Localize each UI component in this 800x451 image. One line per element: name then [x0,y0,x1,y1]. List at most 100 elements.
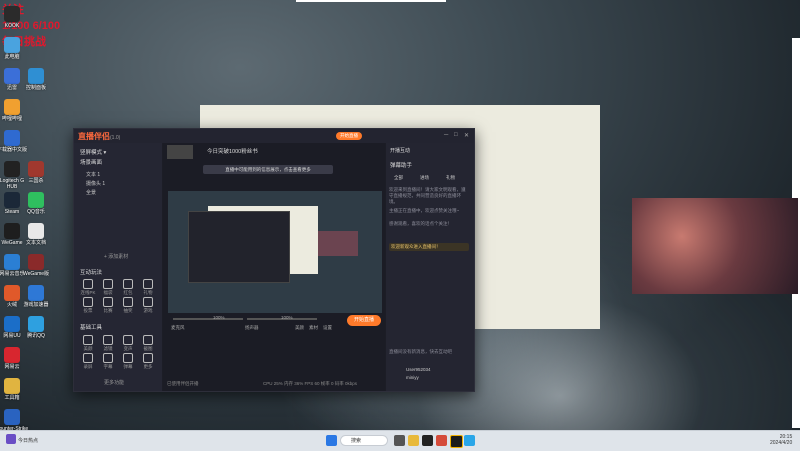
app-icon [4,130,20,146]
close-icon[interactable]: ✕ [464,132,469,139]
desktop-icon[interactable]: WeGame版 [18,254,54,277]
tool-icon [83,335,93,345]
tool-label: 抽奖 [123,308,133,313]
stream-preview[interactable] [168,191,382,313]
stream-title[interactable]: 今日突破1000粉丝书 [207,147,258,155]
interaction-tool[interactable]: 礼物 [140,279,156,296]
basic-tool[interactable]: 截图 [140,335,156,352]
settings-button[interactable]: 设置 [323,325,332,331]
desktop-icon-label: 此电脑 [4,54,20,60]
maximize-icon[interactable]: □ [454,132,458,138]
desktop-icon-label: 工具箱 [4,395,20,401]
desktop-icon[interactable]: 游戏加速器 [18,285,54,308]
desktop-icon[interactable]: 此电脑 [0,37,30,60]
basic-tool[interactable]: 录屏 [80,353,96,370]
tool-label: 礼物 [143,290,153,295]
tool-label: 福袋 [103,290,113,295]
explorer-icon[interactable] [408,435,419,446]
speaker-level: 100% [281,315,293,320]
basic-tool[interactable]: 变声 [120,335,136,352]
app-icon [4,99,20,115]
tool-label: 录屏 [83,364,93,369]
tool-label: 更多 [143,364,153,369]
interaction-tool[interactable]: 连线PK [80,279,96,296]
app-icon [4,37,20,53]
mode-selector[interactable]: 竖屏模式 ▾ [80,148,106,156]
tool-icon [123,353,133,363]
desktop-icon[interactable]: QQ音乐 [18,192,54,215]
tool-icon [123,297,133,307]
desktop-icon-label: 网易云 [4,364,20,370]
tool-label: 美颜 [83,346,93,351]
app-icon [28,68,44,84]
basic-tool[interactable]: 字幕 [100,353,116,370]
app-icon[interactable] [422,435,433,446]
weather-icon[interactable] [6,434,16,444]
start-live-button[interactable]: 开始直播 [347,315,381,326]
desktop-icon[interactable]: 文本文档 [18,223,54,246]
user-name[interactable]: miniyy [406,375,419,380]
interaction-tool[interactable]: 抽奖 [120,297,136,314]
desktop-icon[interactable]: 网易云 [0,347,30,370]
basic-tool[interactable]: 弹幕 [120,353,136,370]
tool-label: 截图 [143,346,153,351]
chat-input[interactable]: 直播间没有新消息，快去互动吧 [389,349,469,355]
add-source-button[interactable]: + 添加素材 [104,253,128,260]
interaction-tool[interactable]: 游戏 [140,297,156,314]
taskview-icon[interactable] [394,435,405,446]
right-tab-interaction[interactable]: 开播互动 [390,147,410,154]
preview-photo [318,231,358,256]
interaction-tool[interactable]: 红包 [120,279,136,296]
interaction-tool[interactable]: 比赛 [100,297,116,314]
preview-nested-app [188,211,290,283]
source-item[interactable]: 文本 1 [86,171,100,178]
mic-slider[interactable] [173,318,243,320]
desktop-icon[interactable]: 哔哩哔哩 [0,99,30,122]
live-companion-window[interactable]: 直播伴侣(1.0) 开始直播 ─ □ ✕ 竖屏模式 ▾ 场景画面 文本 1 摄像… [73,128,475,392]
user-name[interactable]: User952034 [406,367,431,372]
beauty-button[interactable]: 美颜 [295,325,304,331]
app-icon [4,6,20,22]
right-subtab-gift[interactable]: 礼物 [446,175,455,181]
more-features-link[interactable]: 更多功能 [104,379,124,386]
basic-tools-title: 基础工具 [80,325,103,331]
chat-assistant-title: 弹幕助手 [390,163,413,169]
right-subtab-enter[interactable]: 进场 [420,175,429,181]
basic-tool[interactable]: 更多 [140,353,156,370]
mic-label: 麦克风 [171,325,185,330]
notice-bar[interactable]: 直播中可能用到的信息展示，点击查看更多 [203,165,333,174]
interaction-tool[interactable]: 福袋 [100,279,116,296]
basic-tool[interactable]: 滤镜 [100,335,116,352]
desktop-icon[interactable]: 控制面板 [18,68,54,91]
mic-level: 100% [213,315,225,320]
desktop-icon-label: 控制面板 [25,85,46,91]
desktop-icon[interactable]: 三国杀 [18,161,54,184]
app-icon [28,316,44,332]
browser-icon[interactable] [464,435,475,446]
right-subtab-all[interactable]: 全部 [394,175,403,181]
go-live-top-button[interactable]: 开始直播 [336,132,362,140]
source-item[interactable]: 摄像头 1 [86,180,105,187]
start-icon[interactable] [326,435,337,446]
left-panel: 竖屏模式 ▾ 场景画面 文本 1 摄像头 1 全景 + 添加素材 互动玩法 基础… [74,143,162,391]
desktop-icon[interactable]: 工具箱 [0,378,30,401]
tool-label: 比赛 [103,308,113,313]
source-item[interactable]: 全景 [86,189,96,196]
tool-icon [143,353,153,363]
desktop-icon-label: 三国杀 [28,178,44,184]
material-button[interactable]: 素材 [309,325,318,331]
clock[interactable]: 20:15 2024/4/20 [770,434,792,446]
desktop-icon[interactable]: 下载器中文版 [0,130,30,153]
tool-label: 变声 [123,346,133,351]
basic-tool[interactable]: 美颜 [80,335,96,352]
live-companion-taskbar-icon[interactable] [450,435,463,448]
tool-icon [143,279,153,289]
app-icon [4,378,20,394]
search-box[interactable]: 搜索 [340,435,388,446]
app-logo: 直播伴侣(1.0) [78,132,121,141]
app-icon[interactable] [436,435,447,446]
desktop-icon[interactable]: KOOK [0,6,30,29]
desktop-icon[interactable]: 腾讯QQ [18,316,54,339]
interaction-tool[interactable]: 投票 [80,297,96,314]
minimize-icon[interactable]: ─ [444,132,448,138]
